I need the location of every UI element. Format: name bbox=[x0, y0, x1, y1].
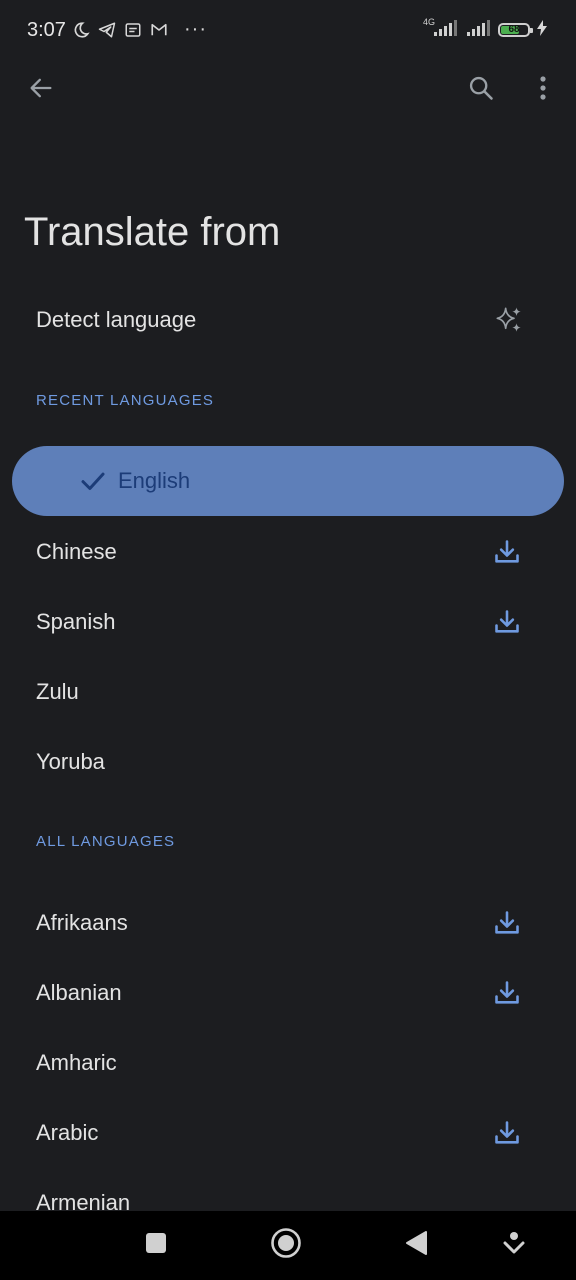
search-button[interactable] bbox=[457, 66, 505, 114]
download-icon[interactable] bbox=[492, 978, 522, 1008]
charging-icon bbox=[536, 19, 548, 42]
home-button[interactable] bbox=[266, 1225, 306, 1265]
page-title: Translate from bbox=[24, 210, 281, 254]
triangle-back-icon bbox=[404, 1230, 428, 1261]
recents-button[interactable] bbox=[136, 1225, 176, 1265]
language-label: Spanish bbox=[36, 609, 116, 634]
section-header-all: ALL LANGUAGES bbox=[36, 833, 176, 850]
language-item-albanian[interactable]: Albanian bbox=[0, 958, 576, 1028]
status-bar: 3:07 ··· 4G 68 bbox=[0, 0, 576, 60]
language-label: Arabic bbox=[36, 1120, 99, 1145]
more-options-button[interactable] bbox=[519, 66, 567, 114]
language-label: Zulu bbox=[36, 679, 79, 704]
language-label: Afrikaans bbox=[36, 910, 128, 935]
battery-level: 68 bbox=[508, 24, 520, 35]
square-icon bbox=[145, 1232, 167, 1259]
check-icon bbox=[78, 466, 108, 501]
section-header-recent: RECENT LANGUAGES bbox=[36, 392, 215, 409]
language-item-spanish[interactable]: Spanish bbox=[0, 587, 576, 657]
more-vert-icon bbox=[539, 75, 547, 106]
battery-icon: 68 bbox=[498, 23, 533, 37]
language-item-arabic[interactable]: Arabic bbox=[0, 1098, 576, 1168]
language-label: Chinese bbox=[36, 539, 117, 564]
app-bar bbox=[0, 60, 576, 122]
back-button[interactable] bbox=[17, 66, 65, 114]
system-nav-bar bbox=[0, 1211, 576, 1280]
notification-icons bbox=[70, 19, 169, 41]
more-notifications-icon: ··· bbox=[184, 18, 207, 40]
arrow-back-icon bbox=[27, 74, 55, 107]
status-time: 3:07 bbox=[27, 19, 66, 41]
download-icon[interactable] bbox=[492, 607, 522, 637]
message-icon bbox=[124, 21, 142, 39]
signal-2-icon bbox=[466, 19, 492, 42]
language-label: Albanian bbox=[36, 980, 122, 1005]
language-item-english[interactable]: English bbox=[12, 446, 564, 516]
search-icon bbox=[467, 74, 495, 107]
language-label: English bbox=[118, 468, 191, 493]
chevron-down-icon bbox=[503, 1231, 525, 1260]
language-label: Amharic bbox=[36, 1050, 117, 1075]
detect-language-item[interactable]: Detect language bbox=[0, 285, 576, 355]
language-label: Yoruba bbox=[36, 749, 105, 774]
signal-icon bbox=[430, 19, 460, 42]
download-icon[interactable] bbox=[492, 908, 522, 938]
telegram-icon bbox=[97, 21, 117, 39]
moon-icon bbox=[72, 21, 90, 39]
hide-nav-button[interactable] bbox=[494, 1225, 534, 1265]
language-item-zulu[interactable]: Zulu bbox=[0, 657, 576, 727]
language-item-chinese[interactable]: Chinese bbox=[0, 517, 576, 587]
back-nav-button[interactable] bbox=[396, 1225, 436, 1265]
language-item-afrikaans[interactable]: Afrikaans bbox=[0, 888, 576, 958]
gmail-icon bbox=[149, 21, 169, 39]
download-icon[interactable] bbox=[492, 537, 522, 567]
system-icons: 68 bbox=[430, 18, 548, 42]
home-circle-icon bbox=[270, 1227, 302, 1264]
language-item-amharic[interactable]: Amharic bbox=[0, 1028, 576, 1098]
detect-language-label: Detect language bbox=[36, 307, 197, 332]
sparkle-icon bbox=[494, 305, 524, 335]
language-item-yoruba[interactable]: Yoruba bbox=[0, 727, 576, 797]
download-icon[interactable] bbox=[492, 1118, 522, 1148]
